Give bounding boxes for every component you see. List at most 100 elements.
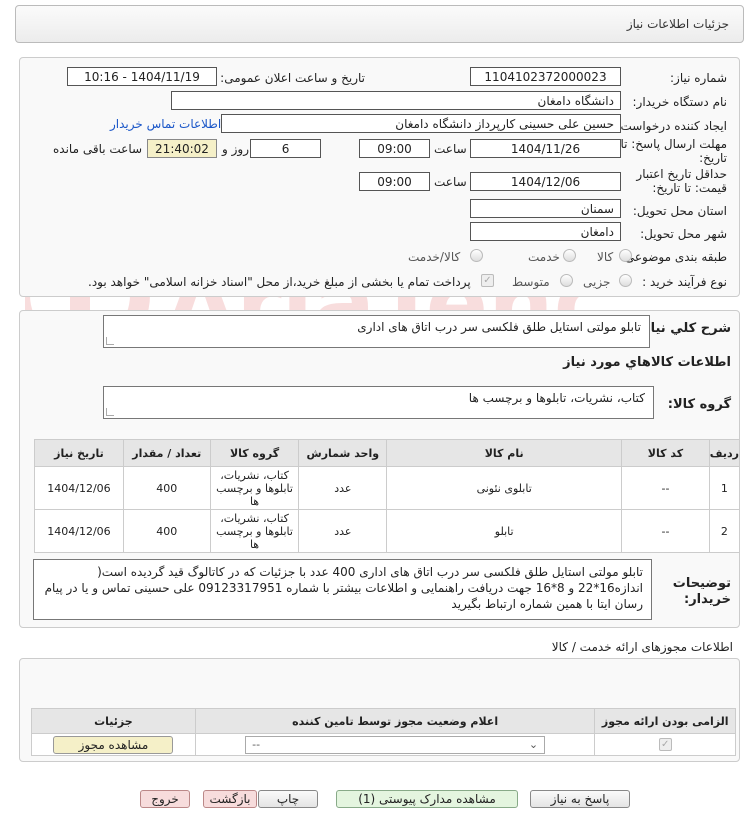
attachments-button[interactable]: مشاهده مدارک پیوستی (1) — [336, 790, 518, 808]
deadline-label-2: تاریخ: — [699, 151, 727, 165]
exit-button[interactable]: خروج — [140, 790, 190, 808]
row-group: کتاب، نشریات، تابلوها و برچسب ها — [209, 466, 300, 510]
row-name: تابلو — [386, 509, 623, 553]
reply-button[interactable]: پاسخ به نیاز — [530, 790, 630, 808]
buyer-notes-label-2: خریدار: — [684, 592, 731, 607]
goods-group-field: کتاب، نشریات، تابلوها و برچسب ها — [103, 386, 654, 419]
page-title: جزئیات اطلاعات نیاز — [626, 17, 729, 31]
validity-time-field: 09:00 — [359, 172, 430, 191]
col-name: نام کالا — [386, 439, 623, 467]
permit-required-cell: ✓ — [594, 733, 736, 756]
col-unit: واحد شمارش — [298, 439, 388, 467]
treasury-checkbox[interactable]: ✓ — [481, 274, 494, 287]
requester-label: ایجاد کننده درخواست: — [616, 119, 727, 133]
permit-details-cell: مشاهده مجوز — [31, 733, 196, 756]
requester-field: حسین علی حسینی کارپرداز دانشگاه دامغان — [221, 114, 621, 133]
process-medium-label: متوسط — [512, 275, 550, 289]
row-qty: 400 — [122, 509, 211, 553]
process-small-label: جزیی — [583, 275, 611, 289]
col-qty: تعداد / مقدار — [122, 439, 211, 467]
goods-group-text: کتاب، نشریات، تابلوها و برچسب ها — [468, 391, 645, 405]
city-field: دامغان — [470, 222, 621, 241]
permits-table-header: الزامی بودن ارائه مجوز اعلام وضعیت مجوز … — [31, 708, 736, 734]
table-row: 1 -- تابلوی نئونی عدد کتاب، نشریات، تابل… — [34, 466, 741, 510]
process-type-label: نوع فرآیند خرید : — [642, 275, 727, 289]
row-qty: 400 — [122, 466, 211, 510]
row-index: 2 — [708, 509, 741, 553]
remaining-label: ساعت باقی مانده — [53, 142, 143, 156]
category-both-radio[interactable] — [470, 249, 483, 262]
deadline-time-label: ساعت — [434, 142, 467, 156]
city-label: شهر محل تحویل: — [640, 227, 727, 241]
row-date: 1404/12/06 — [34, 466, 124, 510]
province-field: سمنان — [470, 199, 621, 218]
back-button[interactable]: بازگشت — [203, 790, 257, 808]
countdown-field: 21:40:02 — [147, 139, 217, 158]
validity-date-field: 1404/12/06 — [470, 172, 621, 191]
goods-table-header: ردیف کد کالا نام کالا واحد شمارش گروه کا… — [34, 439, 741, 467]
category-both-label: کالا/خدمت — [408, 250, 461, 264]
process-medium-radio[interactable] — [560, 274, 573, 287]
row-name: تابلوی نئونی — [386, 466, 623, 510]
category-label: طبقه بندی موضوعی: — [620, 250, 727, 264]
deadline-date-field: 1404/11/26 — [470, 139, 621, 158]
buyer-notes-label: توضیحات — [672, 576, 731, 591]
province-label: استان محل تحویل: — [632, 204, 727, 218]
table-row: 2 -- تابلو عدد کتاب، نشریات، تابلوها و ب… — [34, 509, 741, 553]
process-small-radio[interactable] — [619, 274, 632, 287]
buyer-notes-text: تابلو مولتی استایل طلق فلکسی سر درب اتاق… — [44, 565, 643, 611]
permit-status-select[interactable]: ⌄ -- — [245, 735, 546, 754]
need-number-label: شماره نیاز: — [670, 71, 727, 85]
validity-time-label: ساعت — [434, 175, 467, 189]
permit-status-value: -- — [252, 738, 261, 751]
goods-group-label: گروه کالا: — [667, 397, 731, 412]
table-row: ✓ ⌄ -- مشاهده مجوز — [31, 733, 736, 756]
permits-title: اطلاعات مجوزهای ارائه خدمت / کالا — [551, 640, 733, 654]
treasury-payment-note: پرداخت تمام یا بخشی از مبلغ خرید،از محل … — [88, 275, 471, 289]
col-permit-required: الزامی بودن ارائه مجوز — [594, 708, 736, 734]
row-code: -- — [621, 509, 710, 553]
buyer-notes-field: تابلو مولتی استایل طلق فلکسی سر درب اتاق… — [33, 559, 652, 620]
goods-table: ردیف کد کالا نام کالا واحد شمارش گروه کا… — [34, 439, 741, 553]
category-goods-label: کالا — [597, 250, 614, 264]
goods-info-title: اطلاعات کالاهاي مورد نياز — [563, 355, 731, 370]
row-index: 1 — [708, 466, 741, 510]
permit-required-checkbox: ✓ — [658, 738, 672, 751]
buyer-contact-link[interactable]: اطلاعات تماس خریدار — [110, 117, 221, 131]
category-service-label: خدمت — [528, 250, 560, 264]
row-group: کتاب، نشریات، تابلوها و برچسب ها — [209, 509, 300, 553]
view-permit-button[interactable]: مشاهده مجوز — [53, 735, 174, 754]
resize-grip-icon[interactable] — [106, 337, 114, 345]
col-code: کد کالا — [621, 439, 710, 467]
days-label: روز و — [222, 142, 249, 156]
days-remaining-field: 6 — [250, 139, 321, 158]
validity-label-2: قیمت: تا تاریخ: — [652, 181, 727, 195]
chevron-down-icon: ⌄ — [528, 738, 539, 751]
general-desc-label: شرح کلي نياز: — [637, 321, 731, 336]
permits-table: الزامی بودن ارائه مجوز اعلام وضعیت مجوز … — [31, 708, 736, 756]
announce-date-field: 1404/11/19 - 10:16 — [67, 67, 217, 86]
validity-label: حداقل تاریخ اعتبار — [636, 167, 727, 181]
row-code: -- — [621, 466, 710, 510]
permit-status-cell: ⌄ -- — [194, 733, 596, 756]
general-desc-text: تابلو مولتی استایل طلق فلکسی سر درب اتاق… — [357, 320, 641, 334]
col-permit-status: اعلام وضعیت مجوز توسط تامین کننده — [194, 708, 596, 734]
announce-date-label: تاریخ و ساعت اعلان عمومی: — [220, 71, 365, 85]
page-header: جزئیات اطلاعات نیاز — [15, 5, 744, 43]
category-service-radio[interactable] — [563, 249, 576, 262]
print-button[interactable]: چاپ — [258, 790, 318, 808]
row-unit: عدد — [298, 509, 388, 553]
deadline-time-field: 09:00 — [359, 139, 430, 158]
need-number-field: 1104102372000023 — [470, 67, 621, 86]
row-unit: عدد — [298, 466, 388, 510]
col-group: گروه کالا — [209, 439, 300, 467]
row-date: 1404/12/06 — [34, 509, 124, 553]
general-desc-field: تابلو مولتی استایل طلق فلکسی سر درب اتاق… — [103, 315, 650, 348]
resize-grip-icon[interactable] — [106, 408, 114, 416]
col-index: ردیف — [708, 439, 741, 467]
deadline-label: مهلت ارسال پاسخ: تا — [620, 137, 727, 151]
category-goods-radio[interactable] — [619, 249, 632, 262]
col-permit-details: جزئیات — [31, 708, 196, 734]
buyer-org-field: دانشگاه دامغان — [171, 91, 621, 110]
col-date: تاریخ نیاز — [34, 439, 124, 467]
